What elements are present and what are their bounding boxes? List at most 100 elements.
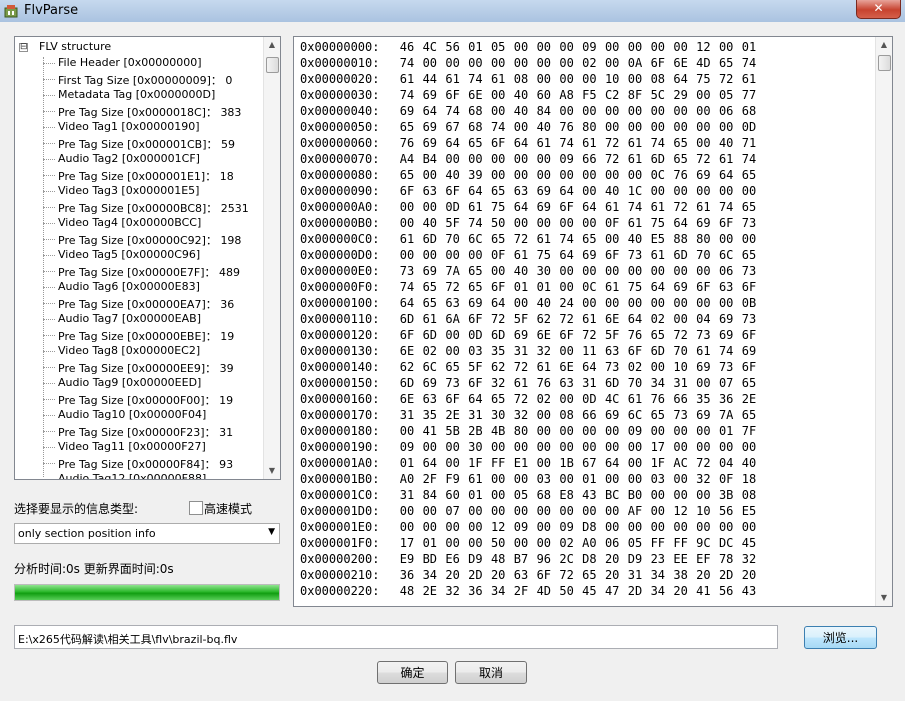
- hex-byte: 50: [490, 216, 506, 230]
- hex-byte: 00: [559, 168, 574, 182]
- hex-byte: 0C: [650, 168, 666, 182]
- scroll-up-icon[interactable]: ▲: [876, 37, 892, 53]
- hex-byte: 65: [741, 408, 757, 422]
- scroll-up-icon[interactable]: ▲: [264, 37, 280, 53]
- hex-address: 0x000001D0:: [300, 504, 380, 518]
- collapse-icon[interactable]: ⊟: [19, 43, 28, 52]
- hex-byte: 00: [741, 232, 757, 246]
- hex-byte: 32: [490, 376, 506, 390]
- info-type-label: 选择要显示的信息类型:: [14, 502, 139, 516]
- hex-byte: 10: [696, 504, 711, 518]
- hex-byte: 63: [513, 568, 529, 582]
- hex-byte: 00: [582, 264, 597, 278]
- hex-byte: 6C: [627, 408, 643, 422]
- hex-byte: 65: [741, 376, 757, 390]
- window-title: FlvParse: [24, 3, 79, 18]
- hex-byte: 74: [650, 136, 666, 150]
- hex-byte: 00: [627, 264, 643, 278]
- hex-byte: 00: [582, 296, 597, 310]
- hex-view[interactable]: 0x00000000: 46 4C 56 01 05 00 00 00 09 00 00 00 00 12 0…: [293, 36, 893, 607]
- fast-mode-checkbox[interactable]: [189, 501, 203, 515]
- hex-byte: 05: [490, 40, 506, 54]
- file-path-field[interactable]: E:\x265代码解读\相关工具\flv\brazil-bq.flv: [14, 625, 778, 649]
- info-type-select[interactable]: only section position info ▼: [14, 523, 280, 544]
- hex-byte: 00: [627, 296, 643, 310]
- hex-byte: 00: [445, 520, 460, 534]
- browse-button[interactable]: 浏览...: [804, 626, 877, 649]
- hex-byte: 40: [422, 216, 438, 230]
- cancel-button[interactable]: 取消: [455, 661, 527, 684]
- hex-byte: 09: [627, 424, 643, 438]
- hex-byte: 74: [718, 344, 734, 358]
- hex-address: 0x00000190:: [300, 440, 380, 454]
- title-bar[interactable]: FlvParse ✕: [0, 0, 905, 22]
- hex-byte: 09: [399, 440, 415, 454]
- hex-address: 0x000000A0:: [300, 200, 380, 214]
- hex-byte: 6E: [604, 312, 620, 326]
- tree-scrollbar[interactable]: ▲ ▼: [263, 37, 280, 479]
- hex-byte: 74: [399, 88, 415, 102]
- hex-byte: 00: [696, 520, 711, 534]
- hex-byte: 3B: [718, 488, 734, 502]
- hex-byte: 00: [673, 120, 688, 134]
- ok-button[interactable]: 确定: [377, 661, 448, 684]
- hex-byte: 00: [536, 504, 552, 518]
- hex-address: 0x00000020:: [300, 72, 380, 86]
- hex-byte: 7A: [445, 264, 460, 278]
- hex-byte: 65: [490, 392, 506, 406]
- hex-byte: 56: [445, 40, 460, 54]
- hex-byte: 61: [445, 72, 460, 86]
- flv-structure-tree[interactable]: ⊟ FLV structure File Header [0x00000000]…: [14, 36, 281, 480]
- fast-mode-label[interactable]: 高速模式: [204, 500, 252, 517]
- scroll-down-icon[interactable]: ▼: [264, 463, 280, 479]
- scroll-down-icon[interactable]: ▼: [876, 590, 892, 606]
- hex-byte: 69: [696, 408, 711, 422]
- chevron-down-icon[interactable]: ▼: [268, 527, 275, 537]
- hex-byte: 00: [673, 184, 688, 198]
- hex-byte: 00: [673, 488, 688, 502]
- hex-byte: 61: [627, 392, 643, 406]
- hex-byte: 65: [718, 56, 734, 70]
- hex-byte: 08: [650, 72, 666, 86]
- hex-byte: 80: [582, 120, 597, 134]
- hex-byte: 43: [741, 584, 757, 598]
- close-button[interactable]: ✕: [856, 0, 901, 19]
- hex-byte: 75: [536, 248, 552, 262]
- hex-byte: 6F: [536, 568, 552, 582]
- hex-byte: 00: [422, 504, 438, 518]
- hex-byte: 00: [445, 328, 460, 342]
- hex-byte: 00: [536, 168, 552, 182]
- hex-byte: 00: [445, 344, 460, 358]
- hex-byte: 6D: [490, 328, 506, 342]
- hex-address: 0x00000180:: [300, 424, 380, 438]
- hex-byte: 12: [673, 504, 688, 518]
- hex-byte: 00: [604, 472, 620, 486]
- hex-byte: 69: [673, 280, 688, 294]
- hex-byte: 00: [673, 104, 688, 118]
- hex-byte: 08: [559, 408, 574, 422]
- hex-byte: 10: [673, 360, 688, 374]
- hex-byte: 00: [536, 152, 552, 166]
- hex-byte: 00: [490, 168, 506, 182]
- hex-byte: 00: [490, 152, 506, 166]
- hex-byte: 73: [696, 328, 711, 342]
- scroll-thumb[interactable]: [878, 55, 891, 71]
- hex-byte: A0: [399, 472, 415, 486]
- hex-byte: 00: [673, 264, 688, 278]
- hex-byte: E8: [559, 488, 574, 502]
- hex-byte: 66: [582, 408, 597, 422]
- hex-byte: EE: [673, 552, 688, 566]
- hex-scrollbar[interactable]: ▲ ▼: [875, 37, 892, 606]
- hex-byte: 61: [604, 280, 620, 294]
- hex-byte: 44: [422, 72, 438, 86]
- hex-byte: 41: [696, 584, 711, 598]
- scroll-thumb[interactable]: [266, 57, 279, 73]
- hex-byte: 5F: [468, 360, 483, 374]
- hex-byte: 6F: [490, 280, 506, 294]
- hex-byte: 00: [468, 248, 483, 262]
- hex-byte: 72: [696, 152, 711, 166]
- hex-address: 0x00000030:: [300, 88, 380, 102]
- hex-byte: 6D: [399, 376, 415, 390]
- hex-byte: 36: [468, 584, 483, 598]
- hex-byte: 03: [468, 344, 483, 358]
